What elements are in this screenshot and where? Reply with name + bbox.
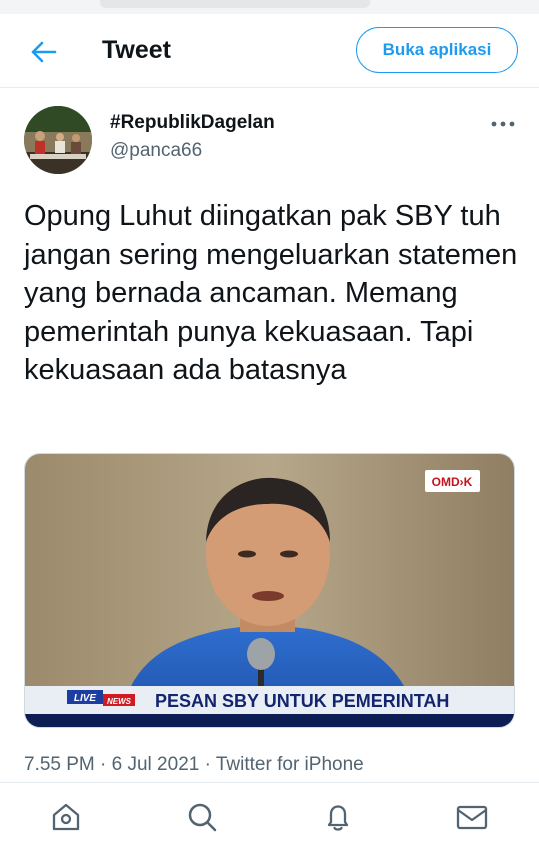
page-title: Tweet (102, 36, 171, 64)
search-icon (188, 803, 217, 832)
mail-icon (456, 805, 488, 830)
more-horizontal-icon (491, 121, 515, 127)
news-badge: NEWS (107, 697, 132, 706)
microphone-icon (247, 638, 275, 670)
channel-logo: OMD›K (425, 470, 480, 492)
tweet-text: Opung Luhut diingatkan pak SBY tuh janga… (24, 200, 518, 386)
arrow-left-icon (31, 41, 57, 63)
lower-third-bar: LIVE NEWS PESAN SBY UNTUK PEMERINTAH (25, 686, 514, 727)
display-name[interactable]: #RepublikDagelan (110, 112, 275, 134)
live-badge: LIVE (74, 693, 97, 704)
browser-handle (100, 0, 370, 8)
nav-search-button[interactable] (184, 799, 220, 835)
tweet-timestamp[interactable]: 7.55 PM · 6 Jul 2021 · Twitter for iPhon… (24, 754, 364, 776)
nav-home-button[interactable] (48, 799, 84, 835)
open-app-button[interactable]: Buka aplikasi (356, 27, 518, 73)
header: Tweet Buka aplikasi (0, 14, 539, 88)
user-handle[interactable]: @panca66 (110, 140, 202, 162)
avatar[interactable] (24, 106, 92, 174)
home-icon (52, 803, 80, 831)
bell-icon (327, 805, 349, 831)
lower-third-caption: PESAN SBY UNTUK PEMERINTAH (155, 691, 449, 711)
svg-text:OMD›K: OMD›K (432, 475, 473, 489)
bottom-nav (0, 782, 539, 853)
back-button[interactable] (26, 34, 62, 70)
avatar-image (24, 106, 92, 174)
more-options-button[interactable] (488, 112, 518, 136)
nav-notifications-button[interactable] (320, 799, 356, 835)
nav-messages-button[interactable] (454, 799, 490, 835)
tweet-media-video[interactable]: OMD›K LIVE NEWS PESAN SBY UNTUK PEMERINT… (24, 453, 515, 728)
status-strip (0, 0, 539, 14)
